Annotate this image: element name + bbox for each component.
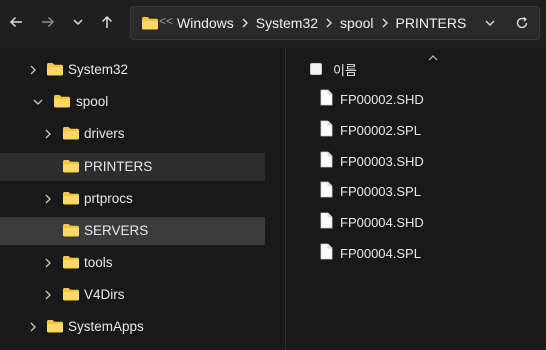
back-button[interactable] bbox=[2, 8, 30, 36]
tree-item-drivers[interactable]: drivers bbox=[0, 120, 265, 148]
chevron-right-icon bbox=[45, 129, 51, 139]
sort-ascending-icon bbox=[428, 55, 438, 61]
chevron-right-icon bbox=[45, 290, 51, 300]
arrow-up-icon bbox=[101, 15, 113, 28]
recent-locations-button[interactable] bbox=[64, 8, 92, 36]
folder-icon bbox=[63, 192, 79, 205]
folder-icon bbox=[63, 288, 79, 301]
file-icon bbox=[320, 89, 333, 106]
tree-item-spool[interactable]: spool bbox=[0, 88, 265, 116]
breadcrumb-separator[interactable] bbox=[234, 18, 256, 28]
file-item[interactable]: FP00003.SHD bbox=[314, 148, 534, 174]
toolbar: << Windows System32 spool PRINTERS bbox=[0, 0, 546, 48]
tree-item-label: drivers bbox=[84, 126, 125, 141]
file-icon bbox=[320, 120, 333, 137]
name-column-header[interactable]: 이름 bbox=[333, 60, 357, 79]
arrow-left-icon bbox=[9, 16, 22, 28]
up-button[interactable] bbox=[93, 8, 121, 36]
file-name: FP00002.SHD bbox=[340, 92, 424, 107]
collapse-chevron[interactable] bbox=[32, 96, 44, 108]
file-list: 이름 FP00002.SHD FP00002.SPL FP00003.SHD F… bbox=[286, 48, 546, 350]
file-icon bbox=[320, 212, 333, 229]
breadcrumb-windows[interactable]: Windows bbox=[177, 15, 234, 31]
folder-icon bbox=[63, 127, 79, 140]
file-name: FP00003.SPL bbox=[340, 184, 421, 199]
tree-item-servers[interactable]: SERVERS bbox=[0, 217, 265, 245]
file-icon bbox=[320, 243, 333, 260]
tree-item-label: SERVERS bbox=[84, 223, 149, 238]
breadcrumb-spool[interactable]: spool bbox=[340, 15, 373, 31]
file-name: FP00004.SHD bbox=[340, 215, 424, 230]
tree-item-label: spool bbox=[76, 94, 109, 109]
folder-icon bbox=[142, 17, 158, 30]
folder-icon bbox=[47, 320, 63, 333]
expand-chevron[interactable] bbox=[27, 64, 39, 76]
tree-item-label: PRINTERS bbox=[84, 159, 153, 174]
chevron-down-icon bbox=[485, 20, 495, 26]
breadcrumb: Windows System32 spool PRINTERS bbox=[177, 7, 466, 39]
breadcrumb-system32[interactable]: System32 bbox=[256, 15, 318, 31]
refresh-button[interactable] bbox=[513, 14, 531, 32]
chevron-right-icon bbox=[45, 194, 51, 204]
folder-icon bbox=[63, 224, 79, 237]
chevron-right-icon bbox=[382, 18, 388, 28]
address-bar[interactable]: << Windows System32 spool PRINTERS bbox=[130, 6, 540, 40]
expand-chevron[interactable] bbox=[27, 321, 39, 333]
column-header: 이름 bbox=[286, 52, 546, 80]
file-item[interactable]: FP00003.SPL bbox=[314, 178, 534, 204]
tree-item-system32[interactable]: System32 bbox=[0, 56, 265, 84]
tree-item-label: System32 bbox=[68, 62, 129, 77]
folder-icon bbox=[47, 63, 63, 76]
chevron-right-icon bbox=[30, 65, 36, 75]
tree-item-label: V4Dirs bbox=[84, 287, 125, 302]
select-all-checkbox[interactable] bbox=[310, 63, 322, 75]
folder-icon bbox=[54, 95, 70, 108]
chevron-right-icon bbox=[45, 258, 51, 268]
breadcrumb-printers[interactable]: PRINTERS bbox=[396, 15, 467, 31]
navigation-pane: System32 spool drivers PRINTERS prtprocs… bbox=[0, 48, 272, 350]
tree-item-printers[interactable]: PRINTERS bbox=[0, 153, 265, 181]
file-item[interactable]: FP00004.SHD bbox=[314, 209, 534, 235]
tree-item-label: tools bbox=[84, 255, 113, 270]
expand-chevron[interactable] bbox=[42, 193, 54, 205]
file-item[interactable]: FP00002.SPL bbox=[314, 117, 534, 143]
file-icon bbox=[320, 151, 333, 168]
chevron-right-icon bbox=[30, 322, 36, 332]
tree-item-label: prtprocs bbox=[84, 191, 133, 206]
tree-item-systemapps[interactable]: SystemApps bbox=[0, 313, 265, 341]
tree-item-prtprocs[interactable]: prtprocs bbox=[0, 185, 265, 213]
file-name: FP00002.SPL bbox=[340, 123, 421, 138]
chevron-right-icon bbox=[326, 18, 333, 28]
address-overflow[interactable]: << bbox=[159, 14, 173, 28]
tree-item-tools[interactable]: tools bbox=[0, 249, 265, 277]
arrow-right-icon bbox=[42, 16, 55, 28]
expand-chevron[interactable] bbox=[42, 128, 54, 140]
forward-button[interactable] bbox=[34, 8, 62, 36]
tree-item-label: SystemApps bbox=[68, 319, 144, 334]
breadcrumb-separator[interactable] bbox=[374, 18, 396, 28]
chevron-down-icon bbox=[33, 99, 43, 105]
tree-item-v4dirs[interactable]: V4Dirs bbox=[0, 281, 265, 309]
expand-chevron[interactable] bbox=[42, 289, 54, 301]
folder-icon bbox=[63, 160, 79, 173]
expand-chevron[interactable] bbox=[42, 257, 54, 269]
file-item[interactable]: FP00004.SPL bbox=[314, 240, 534, 266]
refresh-icon bbox=[516, 17, 528, 29]
chevron-right-icon bbox=[242, 18, 248, 28]
file-name: FP00003.SHD bbox=[340, 154, 424, 169]
file-item[interactable]: FP00002.SHD bbox=[314, 86, 534, 112]
address-history-button[interactable] bbox=[481, 14, 499, 32]
folder-icon bbox=[63, 256, 79, 269]
breadcrumb-separator[interactable] bbox=[318, 18, 340, 28]
file-icon bbox=[320, 181, 333, 198]
file-name: FP00004.SPL bbox=[340, 246, 421, 261]
chevron-down-icon bbox=[73, 19, 83, 26]
